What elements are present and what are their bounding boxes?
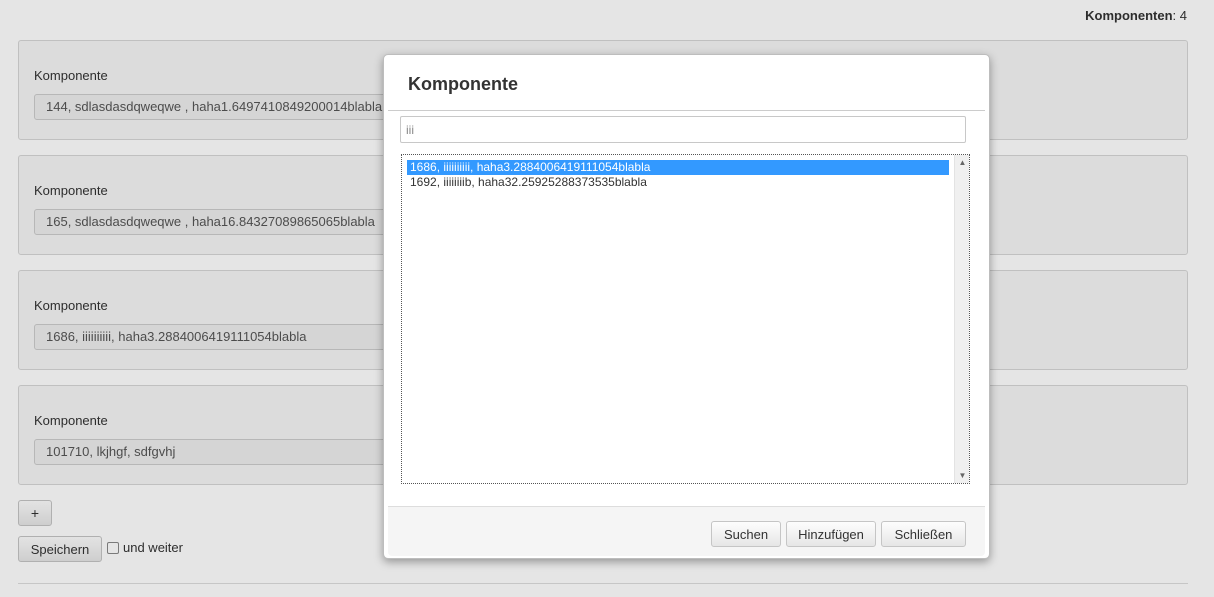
add-button[interactable]: Hinzufügen: [786, 521, 876, 547]
scroll-down-arrow-icon[interactable]: ▼: [955, 468, 969, 483]
search-input[interactable]: [400, 116, 966, 143]
scroll-up-arrow-icon[interactable]: ▲: [955, 155, 969, 170]
close-button[interactable]: Schließen: [881, 521, 966, 547]
dialog-footer: Suchen Hinzufügen Schließen: [388, 506, 985, 556]
results-listbox[interactable]: 1686, iiiiiiiiii, haha3.2884006419111054…: [401, 154, 970, 484]
search-button[interactable]: Suchen: [711, 521, 781, 547]
component-dialog: Komponente 1686, iiiiiiiiii, haha3.28840…: [383, 54, 990, 559]
list-option[interactable]: 1686, iiiiiiiiii, haha3.2884006419111054…: [407, 160, 949, 175]
listbox-scrollbar[interactable]: ▲ ▼: [954, 155, 969, 483]
dialog-header-divider: [388, 110, 985, 111]
dialog-title: Komponente: [408, 74, 518, 94]
list-option[interactable]: 1692, iiiiiiiib, haha32.25925288373535bl…: [407, 175, 949, 190]
